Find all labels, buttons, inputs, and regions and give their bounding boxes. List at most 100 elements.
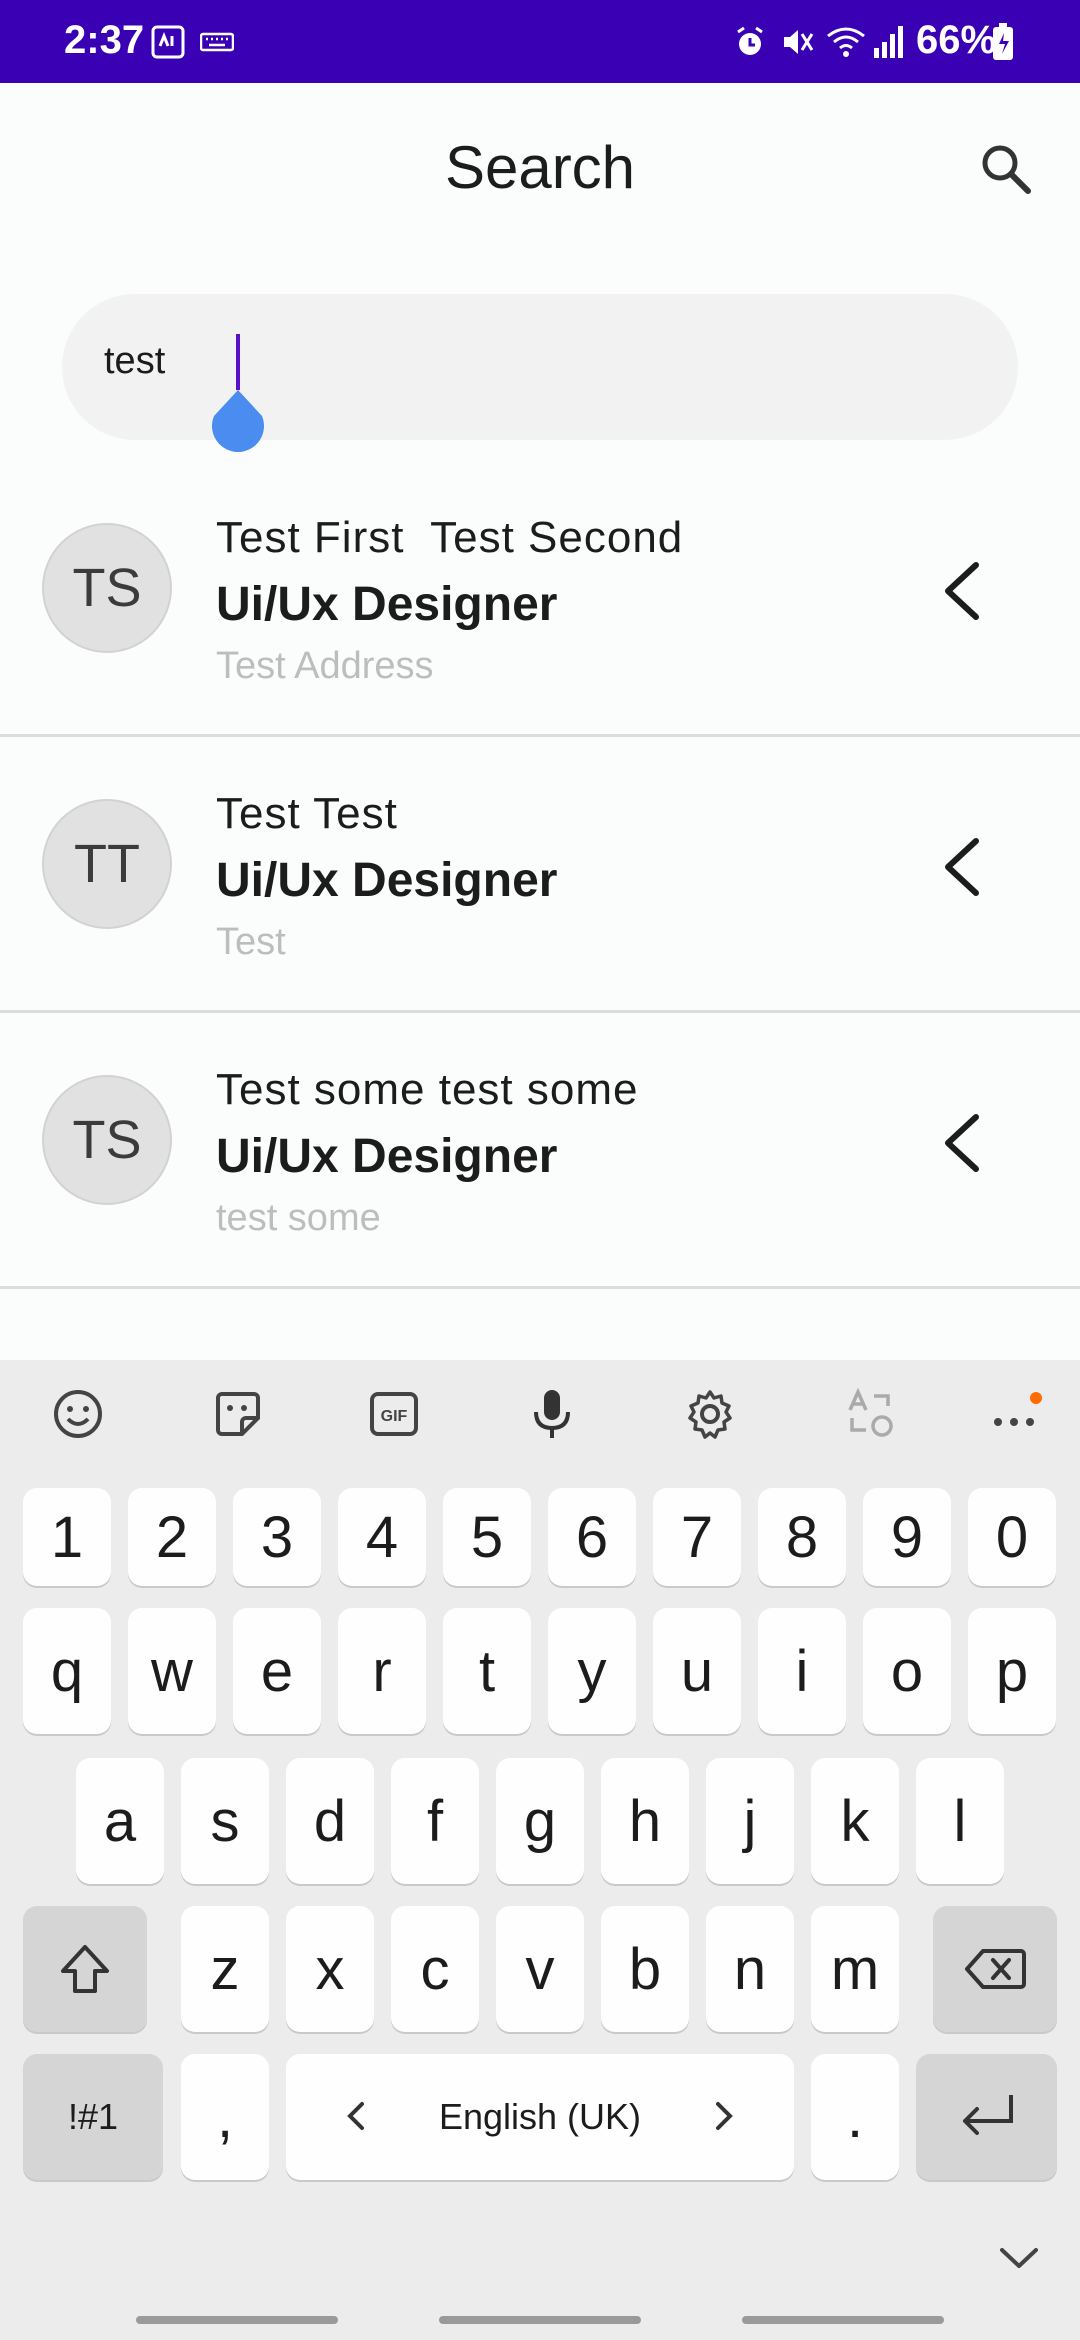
backspace-icon [965, 1949, 1026, 1989]
search-input[interactable]: test [62, 294, 1018, 452]
battery-icon [992, 23, 1014, 60]
gif-icon[interactable]: GIF [364, 1384, 424, 1444]
key-g[interactable]: g [496, 1758, 584, 1884]
key-0[interactable]: 0 [968, 1488, 1056, 1586]
enter-key[interactable] [916, 2054, 1057, 2180]
item-address: Test [216, 921, 286, 963]
cursor-handle[interactable] [210, 390, 266, 452]
key-3[interactable]: 3 [233, 1488, 321, 1586]
key-y[interactable]: y [548, 1608, 636, 1734]
nav-home-handle[interactable] [439, 2316, 641, 2324]
signal-icon [872, 24, 906, 60]
results-list: TS Test First Test Second Ui/Ux Designer… [0, 461, 1080, 1289]
item-address: Test Address [216, 645, 434, 687]
search-input-value: test [104, 340, 166, 382]
item-name: Test some test some [216, 1065, 639, 1114]
app-bar: Search [0, 83, 1080, 253]
key-j[interactable]: j [706, 1758, 794, 1884]
key-8[interactable]: 8 [758, 1488, 846, 1586]
chevron-left-icon [347, 2102, 364, 2130]
sim-icon [150, 24, 186, 60]
item-name: Test First Test Second [216, 513, 684, 562]
page-title: Search [444, 134, 636, 201]
key-l[interactable]: l [916, 1758, 1004, 1884]
translate-icon[interactable] [840, 1384, 900, 1444]
list-item[interactable]: TT Test Test Ui/Ux Designer Test [0, 737, 1080, 1013]
hide-keyboard-icon[interactable] [996, 2242, 1042, 2277]
status-bar: 2:37 66% [0, 0, 1080, 83]
key-u[interactable]: u [653, 1608, 741, 1734]
key-d[interactable]: d [286, 1758, 374, 1884]
keyboard-toolbar: GIF [0, 1360, 1080, 1466]
keyboard: GIF 1 2 3 4 5 6 7 8 9 0 q w e r t y u i … [0, 1360, 1080, 2340]
key-p[interactable]: p [968, 1608, 1056, 1734]
nav-recents-handle[interactable] [742, 2316, 944, 2324]
status-time: 2:37 [64, 18, 145, 62]
key-f[interactable]: f [391, 1758, 479, 1884]
key-5[interactable]: 5 [443, 1488, 531, 1586]
space-key[interactable]: English (UK) [286, 2054, 794, 2180]
key-x[interactable]: x [286, 1906, 374, 2032]
key-i[interactable]: i [758, 1608, 846, 1734]
key-z[interactable]: z [181, 1906, 269, 2032]
alarm-icon [732, 24, 768, 60]
chevron-left-icon[interactable] [936, 1111, 986, 1175]
key-w[interactable]: w [128, 1608, 216, 1734]
key-c[interactable]: c [391, 1906, 479, 2032]
text-cursor [236, 334, 240, 390]
sticker-icon[interactable] [208, 1384, 268, 1444]
chevron-left-icon[interactable] [936, 835, 986, 899]
key-m[interactable]: m [811, 1906, 899, 2032]
key-o[interactable]: o [863, 1608, 951, 1734]
key-t[interactable]: t [443, 1608, 531, 1734]
item-address: test some [216, 1197, 381, 1239]
space-language-label: English (UK) [438, 2096, 642, 2137]
key-v[interactable]: v [496, 1906, 584, 2032]
shift-icon [61, 1945, 109, 1993]
more-icon[interactable] [986, 1384, 1046, 1444]
backspace-key[interactable] [933, 1906, 1057, 2032]
chevron-left-icon[interactable] [936, 559, 986, 623]
item-role: Ui/Ux Designer [216, 578, 558, 631]
key-e[interactable]: e [233, 1608, 321, 1734]
search-icon[interactable] [976, 139, 1036, 199]
comma-key[interactable]: , [181, 2054, 269, 2180]
key-b[interactable]: b [601, 1906, 689, 2032]
period-key[interactable]: . [811, 2054, 899, 2180]
gif-label: GIF [381, 1408, 408, 1425]
key-h[interactable]: h [601, 1758, 689, 1884]
key-r[interactable]: r [338, 1608, 426, 1734]
list-item[interactable]: TS Test First Test Second Ui/Ux Designer… [0, 461, 1080, 737]
avatar: TS [42, 523, 172, 653]
mic-icon[interactable] [522, 1384, 582, 1444]
key-a[interactable]: a [76, 1758, 164, 1884]
battery-percentage: 66% [916, 18, 997, 62]
enter-icon [962, 2095, 1013, 2135]
key-6[interactable]: 6 [548, 1488, 636, 1586]
key-1[interactable]: 1 [23, 1488, 111, 1586]
chevron-right-icon [716, 2102, 733, 2130]
avatar: TT [42, 799, 172, 929]
key-2[interactable]: 2 [128, 1488, 216, 1586]
key-s[interactable]: s [181, 1758, 269, 1884]
keyboard-icon [200, 24, 234, 60]
settings-icon[interactable] [680, 1384, 740, 1444]
symbols-key[interactable]: !#1 [23, 2054, 163, 2180]
key-7[interactable]: 7 [653, 1488, 741, 1586]
mute-icon [780, 24, 816, 60]
item-name: Test Test [216, 789, 398, 838]
shift-key[interactable] [23, 1906, 147, 2032]
key-n[interactable]: n [706, 1906, 794, 2032]
list-item[interactable]: TS Test some test some Ui/Ux Designer te… [0, 1013, 1080, 1289]
navigation-bar [0, 2220, 1080, 2340]
item-role: Ui/Ux Designer [216, 854, 558, 907]
avatar: TS [42, 1075, 172, 1205]
key-q[interactable]: q [23, 1608, 111, 1734]
key-9[interactable]: 9 [863, 1488, 951, 1586]
key-k[interactable]: k [811, 1758, 899, 1884]
key-4[interactable]: 4 [338, 1488, 426, 1586]
nav-back-handle[interactable] [136, 2316, 338, 2324]
wifi-icon [826, 24, 866, 60]
item-role: Ui/Ux Designer [216, 1130, 558, 1183]
emoji-icon[interactable] [48, 1384, 108, 1444]
